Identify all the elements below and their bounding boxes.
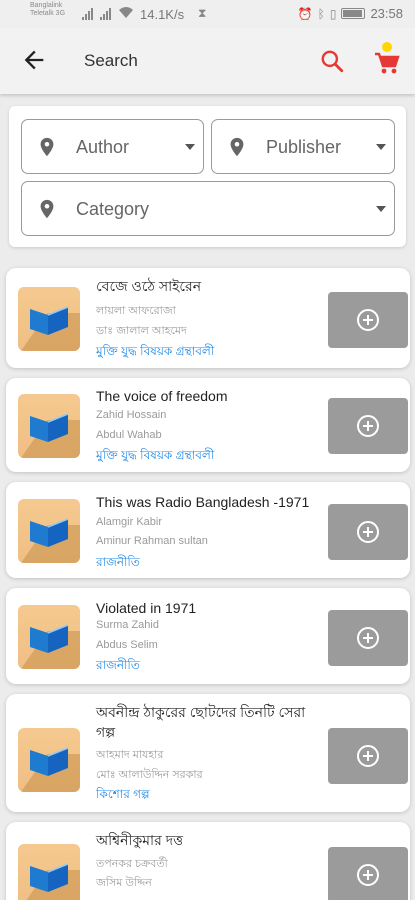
book-title: বেজে ওঠে সাইরেন: [96, 278, 202, 294]
book-author: Surma Zahid: [96, 619, 159, 631]
book-card[interactable]: This was Radio Bangladesh -1971 Alamgir …: [6, 482, 410, 578]
book-publisher: Aminur Rahman sultan: [96, 535, 208, 547]
chevron-down-icon: [376, 206, 386, 212]
plus-circle-icon: [357, 309, 379, 331]
book-author: লায়লা আফরোজা: [96, 305, 176, 317]
book-title: Violated in 1971: [96, 600, 197, 616]
book-title: অশ্বিনীকুমার দত্ত: [96, 832, 184, 848]
book-title: This was Radio Bangladesh -1971: [96, 494, 310, 510]
add-to-cart-button[interactable]: [328, 504, 408, 560]
add-to-cart-button[interactable]: [328, 610, 408, 666]
book-category[interactable]: মুক্তি যুদ্ধ বিষয়ক গ্রন্থাবলী: [96, 447, 214, 467]
page-title: Search: [84, 51, 138, 70]
battery-icon: [341, 8, 366, 19]
book-author: তপনকর চক্রবর্তী: [96, 858, 168, 870]
chevron-down-icon: [376, 144, 386, 150]
book-cover: [18, 499, 80, 563]
book-category[interactable]: রাজনীতি: [96, 554, 140, 574]
add-to-cart-button[interactable]: [328, 398, 408, 454]
publisher-dropdown[interactable]: Publisher: [211, 119, 395, 174]
category-dropdown[interactable]: Category: [21, 181, 395, 236]
book-title: অবনীন্দ্র ঠাকুরের ছোটদের তিনটি সেরা গল্প: [96, 704, 306, 740]
category-label: Category: [76, 199, 150, 219]
carrier-line-1: Banglalink: [30, 2, 63, 9]
book-icon: [30, 306, 69, 335]
location-pin-icon: [230, 137, 244, 157]
book-card[interactable]: বেজে ওঠে সাইরেন লায়লা আফরোজা ডাঃ জালাল …: [6, 268, 410, 368]
book-card[interactable]: The voice of freedom Zahid Hossain Abdul…: [6, 378, 410, 472]
bluetooth-icon: ᛒ: [317, 6, 325, 21]
network-speed: 14.1K/s: [140, 7, 185, 22]
cart-icon[interactable]: [372, 42, 402, 76]
vibrate-icon: ▯: [329, 6, 337, 21]
plus-circle-icon: [357, 521, 379, 543]
book-author: Alamgir Kabir: [96, 516, 163, 528]
add-to-cart-button[interactable]: [328, 292, 408, 348]
carrier-line-2: Teletalk 3G: [30, 10, 66, 17]
book-category[interactable]: মুক্তি যুদ্ধ বিষয়ক গ্রন্থাবলী: [96, 343, 214, 363]
book-author: আহমাদ মাযহার: [96, 749, 164, 761]
book-cover: [18, 394, 80, 458]
clock: 23:58: [370, 6, 403, 21]
plus-circle-icon: [357, 415, 379, 437]
plus-circle-icon: [357, 745, 379, 767]
wifi-icon: [118, 6, 134, 22]
book-cover: [18, 605, 80, 669]
book-card[interactable]: অশ্বিনীকুমার দত্ত তপনকর চক্রবর্তী জসিম উ…: [6, 822, 410, 900]
book-icon: [30, 518, 69, 547]
book-cover: [18, 728, 80, 792]
app-bar: Search: [0, 28, 415, 94]
book-title: The voice of freedom: [96, 388, 228, 404]
book-publisher: মোঃ আলাউদ্দিন সরকার: [96, 769, 203, 781]
add-to-cart-button[interactable]: [328, 728, 408, 784]
carrier-label: Banglalink Teletalk 3G: [30, 2, 65, 18]
filter-card: Author Publisher Category: [9, 106, 406, 247]
status-bar: Banglalink Teletalk 3G 14.1K/s ⧗ ⏰ ᛒ ▯ 2…: [0, 0, 415, 28]
book-icon: [30, 863, 69, 892]
book-cover: [18, 844, 80, 900]
location-pin-icon: [40, 199, 54, 219]
alarm-icon: ⏰: [297, 6, 313, 21]
signal-icon-2: [100, 8, 111, 20]
plus-circle-icon: [357, 864, 379, 886]
book-publisher: Abdul Wahab: [96, 429, 162, 441]
add-to-cart-button[interactable]: [328, 847, 408, 900]
chevron-down-icon: [185, 144, 195, 150]
location-pin-icon: [40, 137, 54, 157]
plus-circle-icon: [357, 627, 379, 649]
book-icon: [30, 624, 69, 653]
signal-icon: [82, 8, 93, 20]
back-arrow-icon[interactable]: [20, 46, 48, 74]
author-label: Author: [76, 137, 130, 157]
book-category[interactable]: কিশোর গল্প: [96, 786, 150, 806]
book-icon: [30, 413, 69, 442]
book-category[interactable]: রাজনীতি: [96, 657, 140, 677]
book-publisher: Abdus Selim: [96, 639, 158, 651]
book-icon: [30, 747, 69, 776]
search-icon[interactable]: [319, 48, 345, 74]
book-cover: [18, 287, 80, 351]
book-author: Zahid Hossain: [96, 409, 167, 421]
book-publisher: ডাঃ জালাল আহমেদ: [96, 325, 187, 337]
publisher-label: Publisher: [266, 137, 342, 157]
book-card[interactable]: অবনীন্দ্র ঠাকুরের ছোটদের তিনটি সেরা গল্প…: [6, 694, 410, 812]
book-publisher: জসিম উদ্দিন: [96, 877, 152, 889]
author-dropdown[interactable]: Author: [21, 119, 204, 174]
hourglass-icon: ⧗: [198, 6, 207, 20]
book-card[interactable]: Violated in 1971 Surma Zahid Abdus Selim…: [6, 588, 410, 684]
